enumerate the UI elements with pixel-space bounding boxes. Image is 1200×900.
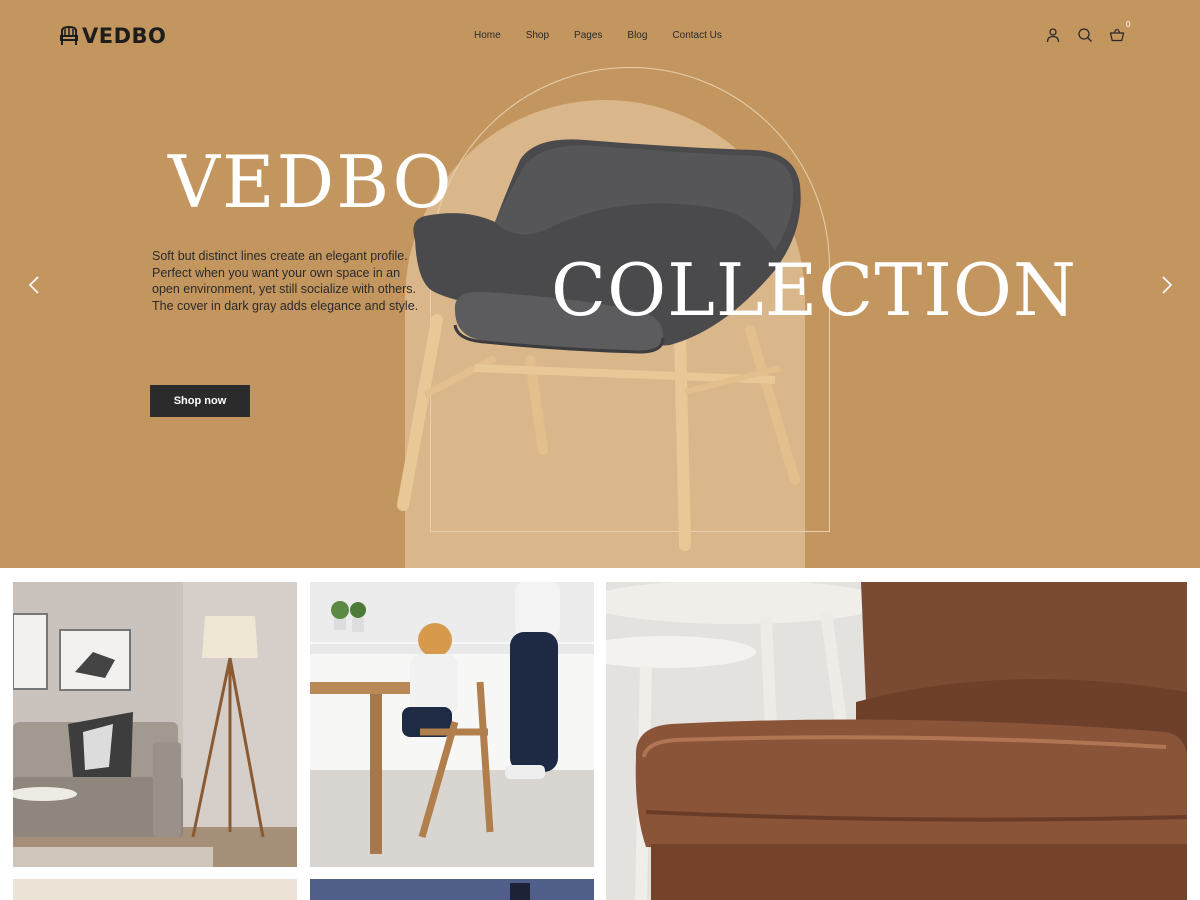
header-icons <box>1045 27 1141 43</box>
light-room-image <box>13 879 297 900</box>
nav-shop[interactable]: Shop <box>526 30 549 41</box>
nav-blog[interactable]: Blog <box>627 30 647 41</box>
gallery-tile-light[interactable] <box>13 879 297 900</box>
chair-logo-icon <box>60 25 78 45</box>
nav-pages[interactable]: Pages <box>574 30 602 41</box>
nav-home[interactable]: Home <box>474 30 501 41</box>
hero-description: Soft but distinct lines create an elegan… <box>152 249 419 313</box>
chevron-right-icon[interactable] <box>1156 275 1176 295</box>
gallery-tile-dark[interactable] <box>310 879 594 900</box>
search-icon[interactable] <box>1077 27 1093 43</box>
nav-contact-us[interactable]: Contact Us <box>672 30 721 41</box>
leather-ottoman-image <box>606 582 1187 900</box>
site-header: VEDBO Home Shop Pages Blog Contact Us 0 <box>0 0 1200 72</box>
dark-blue-image <box>310 879 594 900</box>
cart-count-badge: 0 <box>1126 20 1131 29</box>
hero-subtitle: COLLECTION <box>551 248 1077 332</box>
kids-chair-image <box>310 582 594 867</box>
gallery-tile-leather-ottoman[interactable] <box>606 582 1187 900</box>
living-room-image <box>13 582 297 867</box>
logo[interactable]: VEDBO <box>59 24 166 48</box>
hero-slider: VEDBO Home Shop Pages Blog Contact Us 0 <box>0 0 1200 568</box>
logo-text: VEDBO <box>82 24 167 48</box>
armchair-image <box>397 139 801 551</box>
cart-icon[interactable] <box>1109 27 1125 43</box>
shop-now-button[interactable]: Shop now <box>150 385 250 417</box>
gallery-tile-living-room[interactable] <box>13 582 297 867</box>
user-icon[interactable] <box>1045 27 1061 43</box>
main-nav: Home Shop Pages Blog Contact Us <box>474 30 747 41</box>
chevron-left-icon[interactable] <box>25 275 45 295</box>
gallery-tile-kids-chair[interactable] <box>310 582 594 867</box>
